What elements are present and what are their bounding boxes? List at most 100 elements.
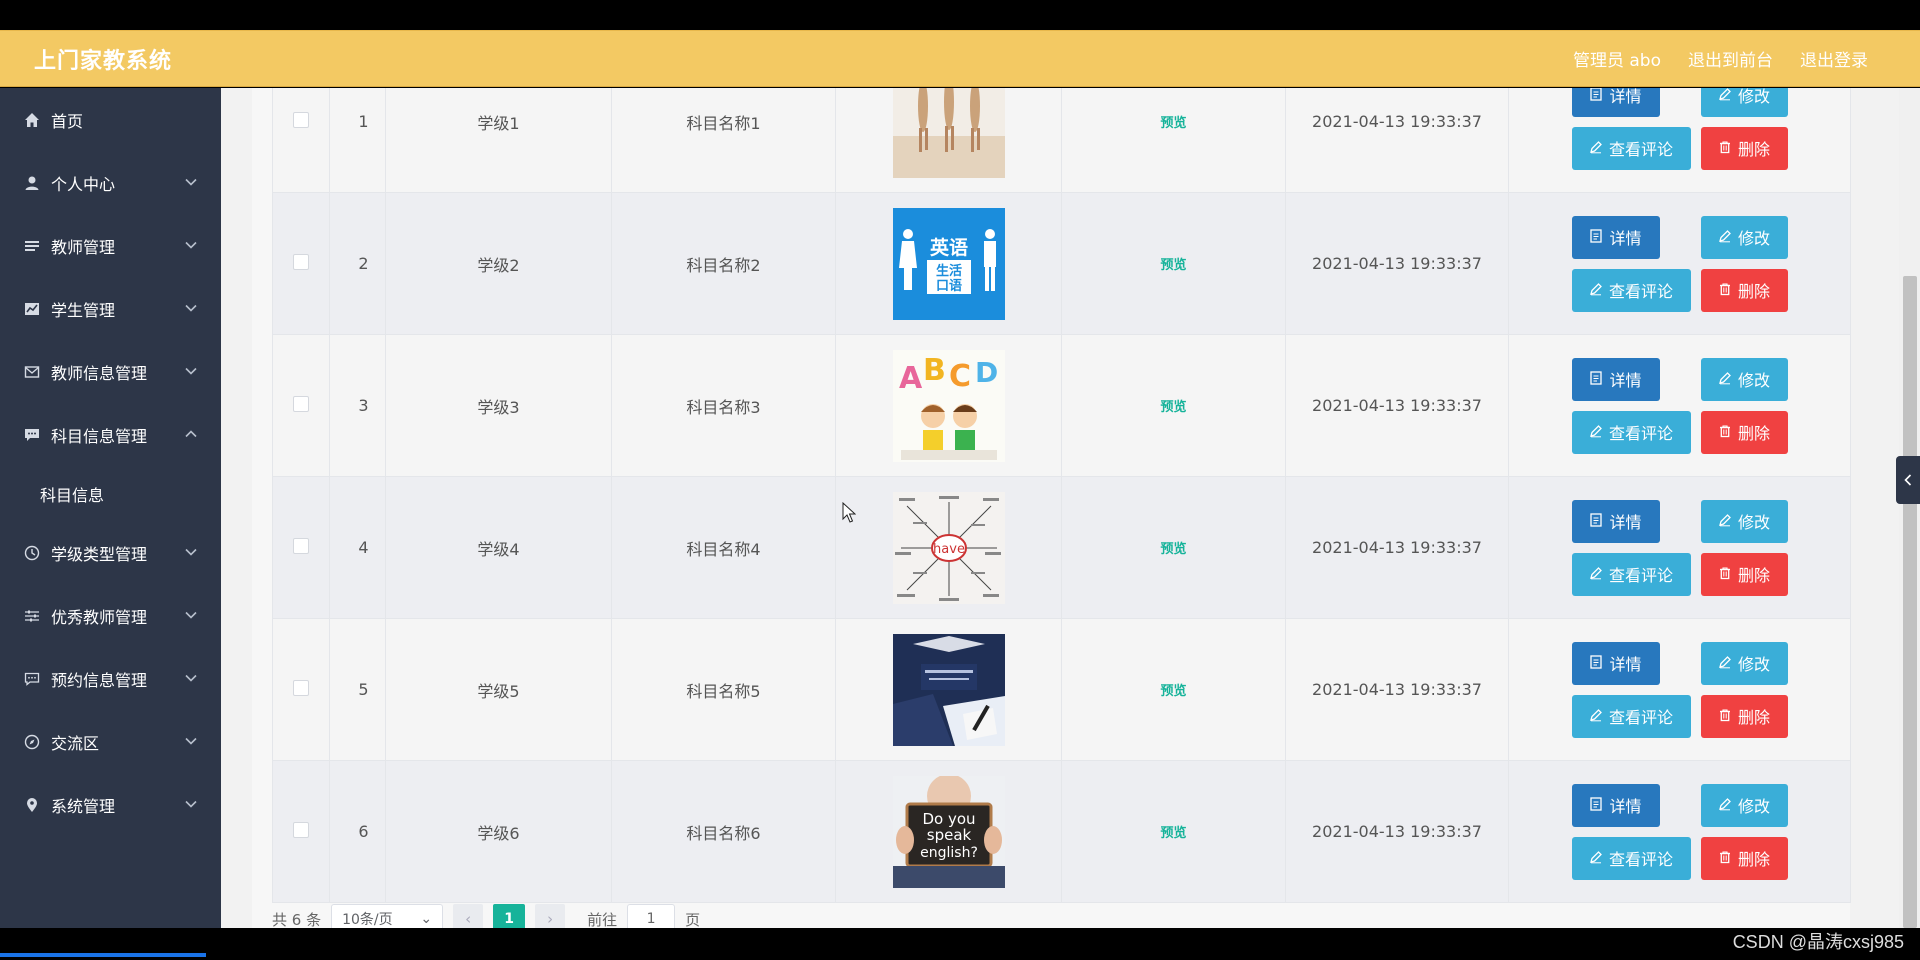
speak-english-image[interactable]: Do you speak english? [892, 775, 1005, 888]
have-mindmap-image[interactable]: have [892, 491, 1005, 604]
delete-button[interactable]: 删除 [1700, 552, 1788, 596]
delete-button[interactable]: 删除 [1700, 836, 1788, 880]
sidebar-item-forum[interactable]: 交流区 [0, 710, 221, 773]
table-card: 1 学级1 科目名称1 预览 2021-04-13 19:33:37 详情 修改 查看评论 删除… [252, 88, 1851, 928]
sidebar-item-home[interactable]: 首页 [0, 88, 221, 151]
grade-level-cell: 学级4 [385, 476, 612, 619]
logout-link[interactable]: 退出登录 [1800, 46, 1868, 71]
goto-page-input[interactable]: 1 [627, 904, 676, 928]
sidebar-item-excellent-teachers[interactable]: 优秀教师管理 [0, 584, 221, 647]
sidebar-item-label: 预约信息管理 [51, 670, 148, 690]
row-checkbox[interactable] [293, 253, 309, 270]
document-icon [1589, 228, 1603, 247]
sidebar-item-students[interactable]: 学生管理 [0, 277, 221, 340]
sidebar-item-system[interactable]: 系统管理 [0, 773, 221, 836]
svg-text:D: D [975, 356, 998, 389]
preview-link[interactable]: 预览 [1160, 684, 1186, 699]
detail-button[interactable]: 详情 [1571, 783, 1660, 827]
svg-text:A: A [899, 361, 923, 396]
next-page-button[interactable]: › [535, 904, 566, 928]
detail-button[interactable]: 详情 [1571, 499, 1660, 543]
preview-link[interactable]: 预览 [1160, 826, 1186, 841]
delete-button[interactable]: 删除 [1700, 410, 1788, 454]
header-actions: 管理员 abo 退出到前台 退出登录 [1573, 46, 1868, 71]
pencil-icon [1718, 88, 1732, 105]
actions-cell: 详情 修改 查看评论 删除 [1508, 760, 1851, 903]
delete-button[interactable]: 删除 [1700, 268, 1788, 312]
detail-button[interactable]: 详情 [1571, 357, 1660, 401]
view-comments-button[interactable]: 查看评论 [1571, 268, 1691, 312]
runners-image[interactable] [892, 88, 1005, 178]
row-checkbox[interactable] [293, 537, 309, 554]
view-comments-button[interactable]: 查看评论 [1571, 836, 1691, 880]
edit-button-label: 修改 [1737, 88, 1770, 106]
row-index: 6 [329, 760, 386, 903]
sliders-icon [22, 606, 42, 626]
chevron-down-icon [183, 796, 199, 812]
preview-link[interactable]: 预览 [1160, 400, 1186, 415]
student-writing-image[interactable] [892, 633, 1005, 746]
preview-link[interactable]: 预览 [1160, 116, 1186, 131]
sign-text-line2: 生活 [935, 263, 961, 279]
preview-link[interactable]: 预览 [1160, 258, 1186, 273]
table-row: 4 学级4 科目名称4 have 预览 2021-04-13 19:33:37 详情 修改 查看… [272, 476, 1851, 619]
pencil-icon [1589, 707, 1603, 726]
detail-button[interactable]: 详情 [1571, 641, 1660, 685]
comment-button-label: 查看评论 [1608, 424, 1673, 443]
row-checkbox[interactable] [293, 111, 309, 128]
sidebar-item-teacher-info[interactable]: 教师信息管理 [0, 340, 221, 403]
admin-user-label[interactable]: 管理员 abo [1573, 46, 1661, 71]
view-comments-button[interactable]: 查看评论 [1571, 552, 1691, 596]
trash-icon [1718, 423, 1732, 442]
chevron-left-icon: ‹ [465, 910, 472, 928]
abcd-kids-image[interactable]: ABCD [892, 349, 1005, 462]
row-index: 3 [329, 334, 386, 477]
view-comments-button[interactable]: 查看评论 [1571, 694, 1691, 738]
sidebar-item-subject-info[interactable]: 科目信息管理 [0, 403, 221, 466]
exit-to-frontend-link[interactable]: 退出到前台 [1688, 46, 1773, 71]
edit-button-label: 修改 [1737, 229, 1770, 248]
chevron-left-icon [1904, 471, 1912, 490]
goto-suffix: 页 [685, 910, 701, 929]
detail-button[interactable]: 详情 [1571, 88, 1660, 117]
image-cell: Do you speak english? [835, 760, 1062, 903]
row-checkbox[interactable] [293, 679, 309, 696]
svg-text:B: B [923, 353, 946, 388]
detail-button-label: 详情 [1609, 229, 1642, 248]
preview-cell: 预览 [1061, 476, 1286, 619]
sidebar-item-appointments[interactable]: 预约信息管理 [0, 647, 221, 710]
scrollbar-thumb[interactable] [1903, 276, 1917, 928]
page-number-active[interactable]: 1 [493, 904, 526, 928]
page-size-select[interactable]: 10条/页 ⌄ [331, 904, 444, 928]
view-comments-button[interactable]: 查看评论 [1571, 126, 1691, 170]
row-checkbox[interactable] [293, 821, 309, 838]
sidebar-item-teachers[interactable]: 教师管理 [0, 214, 221, 277]
chevron-down-icon [183, 174, 199, 190]
edit-button[interactable]: 修改 [1700, 783, 1788, 827]
row-index: 1 [329, 88, 386, 193]
comment-button-label: 查看评论 [1608, 282, 1673, 301]
pencil-icon [1718, 370, 1732, 389]
row-checkbox[interactable] [293, 395, 309, 412]
sidebar-item-grade-types[interactable]: 学级类型管理 [0, 521, 221, 584]
edit-button[interactable]: 修改 [1700, 88, 1788, 117]
sidebar-item-profile[interactable]: 个人中心 [0, 151, 221, 214]
board-text-line3: english? [920, 845, 978, 861]
sidebar-subitem-subject-info[interactable]: 科目信息 [0, 466, 221, 521]
edit-button[interactable]: 修改 [1700, 215, 1788, 259]
view-comments-button[interactable]: 查看评论 [1571, 410, 1691, 454]
edit-button[interactable]: 修改 [1700, 641, 1788, 685]
preview-link[interactable]: 预览 [1160, 542, 1186, 557]
delete-button[interactable]: 删除 [1700, 126, 1788, 170]
edit-button[interactable]: 修改 [1700, 499, 1788, 543]
edit-button[interactable]: 修改 [1700, 357, 1788, 401]
video-progress-bar[interactable] [0, 953, 206, 957]
english-sign-image[interactable]: 英语 生活 口语 [892, 207, 1005, 320]
collapse-panel-button[interactable] [1896, 456, 1920, 504]
prev-page-button[interactable]: ‹ [453, 904, 484, 928]
delete-button[interactable]: 删除 [1700, 694, 1788, 738]
trash-icon [1718, 281, 1732, 300]
detail-button[interactable]: 详情 [1571, 215, 1660, 259]
message-icon [22, 669, 42, 689]
main-content: 1 学级1 科目名称1 预览 2021-04-13 19:33:37 详情 修改 查看评论 删除… [221, 88, 1920, 928]
